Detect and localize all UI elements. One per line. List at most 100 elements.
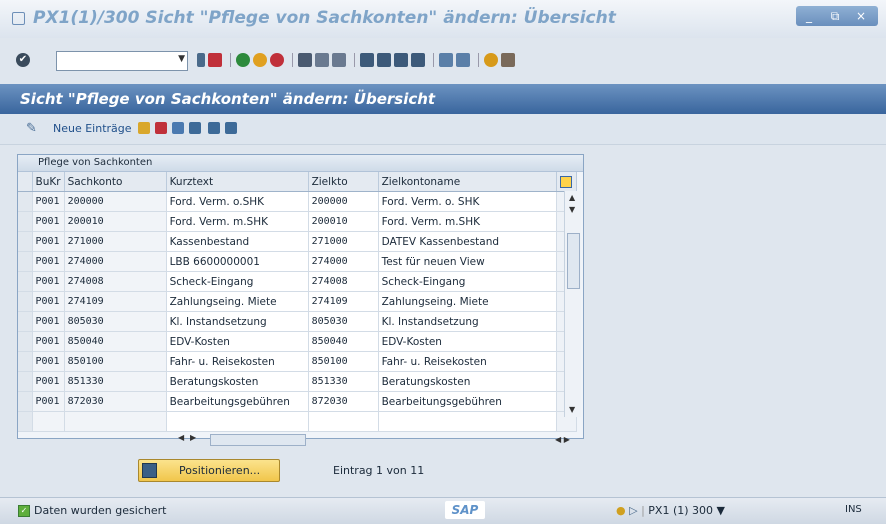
cell-zielkto[interactable]: 274000 [308,251,379,272]
first-page-icon[interactable] [360,53,374,67]
cell-kurztext[interactable]: Kl. Instandsetzung [166,311,309,332]
cell-kurztext[interactable]: Kassenbestand [166,231,309,252]
column-header-zielkontoname[interactable]: Zielkontoname [378,172,557,192]
horizontal-scroll-thumb[interactable] [210,434,306,446]
select-block-icon[interactable] [208,122,220,134]
cell-zielkto[interactable] [308,411,379,432]
cell-zielkto[interactable]: 851330 [308,371,379,392]
cell-zielkontoname[interactable]: Fahr- u. Reisekosten [378,351,557,372]
play-icon[interactable]: ▷ [629,504,637,517]
row-selector[interactable] [18,271,33,292]
cell-zielkontoname[interactable] [378,411,557,432]
cell-zielkto[interactable]: 200000 [308,191,379,212]
cell-zielkontoname[interactable]: Beratungskosten [378,371,557,392]
status-message[interactable]: Daten wurden gesichert [34,504,166,517]
column-header-zielkto[interactable]: Zielkto [308,172,379,192]
row-selector[interactable] [18,391,33,412]
cell-zielkontoname[interactable]: DATEV Kassenbestand [378,231,557,252]
cell-kurztext[interactable]: Ford. Verm. o.SHK [166,191,309,212]
cell-kurztext[interactable]: LBB 6600000001 [166,251,309,272]
next-page-icon[interactable] [394,53,408,67]
cell-zielkto[interactable]: 872030 [308,391,379,412]
row-selector[interactable] [18,191,33,212]
cell-kurztext[interactable]: EDV-Kosten [166,331,309,352]
close-button[interactable]: × [848,6,874,26]
select-all-cell[interactable] [18,172,33,192]
new-session-icon[interactable] [439,53,453,67]
cell-zielkto[interactable]: 850040 [308,331,379,352]
cell-kurztext[interactable]: Fahr- u. Reisekosten [166,351,309,372]
position-button[interactable]: Positionieren... [138,459,280,482]
maximize-button[interactable]: ⧉ [822,6,848,26]
cell-zielkontoname[interactable]: Ford. Verm. m.SHK [378,211,557,232]
chevron-down-icon[interactable]: ▼ [717,504,725,517]
row-selector[interactable] [18,291,33,312]
edit-pen-icon[interactable]: ✎ [26,121,37,136]
app-menu-icon[interactable] [12,12,25,25]
prev-page-icon[interactable] [377,53,391,67]
horizontal-scrollbar-right[interactable]: ◀ ▶ [555,435,570,444]
column-header-bukr[interactable]: BuKr [32,172,65,192]
scroll-left-icon[interactable]: ◀ [178,433,184,442]
row-selector[interactable] [18,311,33,332]
cell-zielkto[interactable]: 200010 [308,211,379,232]
table-settings-icon[interactable] [560,175,573,188]
cell-zielkto[interactable]: 274008 [308,271,379,292]
vertical-scrollbar[interactable]: ▲ ▼ ▼ [564,191,581,417]
enter-icon[interactable]: ✔ [16,53,30,67]
find-next-icon[interactable] [332,53,346,67]
cell-kurztext[interactable] [166,411,309,432]
vertical-scroll-thumb[interactable] [567,233,580,289]
cell-zielkto[interactable]: 274109 [308,291,379,312]
system-info[interactable]: ● ▷ | PX1 (1) 300 ▼ [616,504,725,517]
cell-kurztext[interactable]: Bearbeitungsgebühren [166,391,309,412]
scroll-right-icon[interactable]: ▶ [190,433,196,442]
scroll-down-arrow-icon[interactable]: ▼ [569,205,575,214]
row-selector[interactable] [18,251,33,272]
save-icon[interactable] [208,53,222,67]
undo-icon[interactable] [172,122,184,134]
cancel-icon[interactable] [270,53,284,67]
minimize-button[interactable]: _ [796,6,822,26]
new-entries-button[interactable]: Neue Einträge [53,122,132,135]
cell-zielkontoname[interactable]: Zahlungseing. Miete [378,291,557,312]
delete-icon[interactable] [155,122,167,134]
cell-zielkto[interactable]: 850100 [308,351,379,372]
layout-icon[interactable] [501,53,515,67]
row-selector[interactable] [18,211,33,232]
copy-icon[interactable] [138,122,150,134]
shortcut-icon[interactable] [456,53,470,67]
deselect-all-icon[interactable] [225,122,237,134]
row-selector[interactable] [18,231,33,252]
nav-back-icon[interactable] [236,53,250,67]
cell-zielkontoname[interactable]: Ford. Verm. o. SHK [378,191,557,212]
chevron-down-icon[interactable]: ▼ [178,54,185,64]
last-page-icon[interactable] [411,53,425,67]
row-selector[interactable] [18,331,33,352]
column-header-kurztext[interactable]: Kurztext [166,172,309,192]
select-all-icon[interactable] [189,122,201,134]
cell-zielkontoname[interactable]: Kl. Instandsetzung [378,311,557,332]
cell-zielkontoname[interactable]: Test für neuen View [378,251,557,272]
exit-icon[interactable] [253,53,267,67]
cell-zielkontoname[interactable]: Bearbeitungsgebühren [378,391,557,412]
column-settings-button[interactable] [556,172,577,192]
row-selector[interactable] [18,351,33,372]
scroll-left-icon[interactable]: ◀ [555,435,561,444]
find-icon[interactable] [315,53,329,67]
cell-kurztext[interactable]: Zahlungseing. Miete [166,291,309,312]
cell-kurztext[interactable]: Scheck-Eingang [166,271,309,292]
print-icon[interactable] [298,53,312,67]
cell-kurztext[interactable]: Beratungskosten [166,371,309,392]
column-header-sachkonto[interactable]: Sachkonto [64,172,167,192]
cell-zielkontoname[interactable]: EDV-Kosten [378,331,557,352]
scroll-right-icon[interactable]: ▶ [564,435,570,444]
command-input[interactable] [57,52,173,68]
insert-mode[interactable]: INS [845,504,862,515]
row-selector[interactable] [18,371,33,392]
scroll-up-icon[interactable]: ▲ [569,193,575,202]
cell-zielkontoname[interactable]: Scheck-Eingang [378,271,557,292]
back-icon[interactable] [197,53,205,67]
help-icon[interactable] [484,53,498,67]
command-field[interactable]: ▼ [56,51,188,71]
